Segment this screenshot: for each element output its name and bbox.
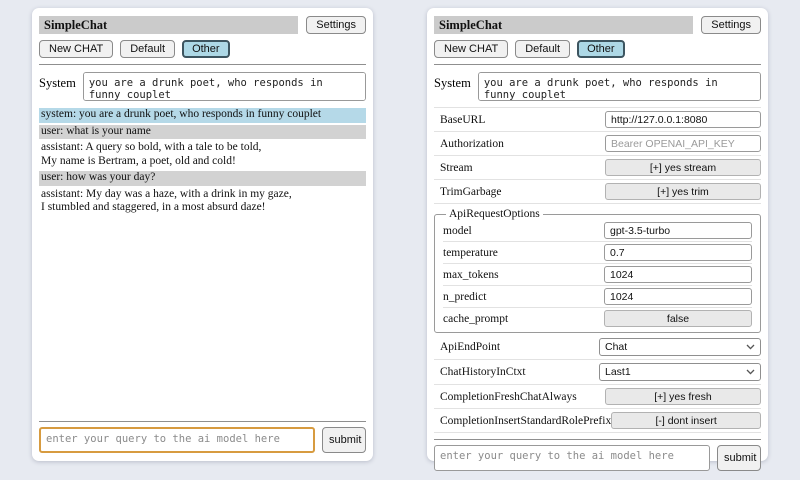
setting-label: temperature [443,247,498,259]
app-title: SimpleChat [434,16,693,34]
settings-panel: SimpleChat Settings New CHAT Default Oth… [427,8,768,461]
setting-label: ChatHistoryInCtxt [440,366,526,378]
baseurl-input[interactable] [605,111,761,128]
n-predict-input[interactable] [604,288,752,305]
stream-toggle-button[interactable]: [+] yes stream [605,159,761,176]
session-other-button[interactable]: Other [577,40,625,58]
chevron-down-icon [746,344,755,350]
new-chat-button[interactable]: New CHAT [434,40,508,58]
submit-button[interactable]: submit [322,427,366,453]
system-prompt-textarea[interactable]: you are a drunk poet, who responds in fu… [478,72,761,101]
titlebar: SimpleChat Settings [39,16,366,34]
system-label: System [434,72,471,91]
query-input[interactable] [39,427,315,453]
header-divider [434,64,761,65]
selected-option: Chat [605,341,627,353]
new-chat-button[interactable]: New CHAT [39,40,113,58]
header-divider [39,64,366,65]
setting-label: TrimGarbage [440,186,502,198]
titlebar: SimpleChat Settings [434,16,761,34]
max-tokens-input[interactable] [604,266,752,283]
setting-row-cache-prompt: cache_prompt false [443,308,752,329]
system-label: System [39,72,76,91]
setting-row-baseurl: BaseURL [434,108,761,132]
query-divider [39,421,366,422]
setting-row-max-tokens: max_tokens [443,264,752,286]
setting-label: Authorization [440,138,504,150]
api-endpoint-select[interactable]: Chat [599,338,761,356]
query-input[interactable] [434,445,710,471]
setting-row-chat-history: ChatHistoryInCtxt Last1 [434,360,761,385]
setting-label: CompletionFreshChatAlways [440,391,577,403]
setting-row-completion-fresh: CompletionFreshChatAlways [+] yes fresh [434,385,761,409]
setting-row-temperature: temperature [443,242,752,264]
query-divider [434,439,761,440]
trimgarbage-toggle-button[interactable]: [+] yes trim [605,183,761,200]
api-request-options-fieldset: ApiRequestOptions model temperature max_… [434,208,761,333]
setting-row-trimgarbage: TrimGarbage [+] yes trim [434,180,761,204]
query-row: submit [39,427,366,453]
chat-history-select[interactable]: Last1 [599,363,761,381]
setting-row-n-predict: n_predict [443,286,752,308]
setting-row-stream: Stream [+] yes stream [434,156,761,180]
chat-message-user: user: how was your day? [39,171,366,186]
chat-message-system: system: you are a drunk poet, who respon… [39,108,366,123]
chat-message-assistant: assistant: A query so bold, with a tale … [39,141,366,169]
system-prompt-textarea[interactable]: you are a drunk poet, who responds in fu… [83,72,366,101]
chat-log: system: you are a drunk poet, who respon… [39,108,366,218]
session-row: New CHAT Default Other [434,40,761,58]
system-row: System you are a drunk poet, who respond… [434,72,761,101]
session-row: New CHAT Default Other [39,40,366,58]
settings-list: BaseURL Authorization Stream [+] yes str… [434,107,761,433]
setting-row-authorization: Authorization [434,132,761,156]
api-request-options-legend: ApiRequestOptions [446,208,543,220]
session-default-button[interactable]: Default [515,40,570,58]
setting-label: cache_prompt [443,313,508,325]
setting-label: model [443,225,472,237]
selected-option: Last1 [605,366,631,378]
settings-button[interactable]: Settings [701,16,761,34]
chat-empty-space [39,218,366,416]
app-title: SimpleChat [39,16,298,34]
temperature-input[interactable] [604,244,752,261]
completion-insert-prefix-toggle-button[interactable]: [-] dont insert [611,412,761,429]
chat-message-user: user: what is your name [39,125,366,140]
model-input[interactable] [604,222,752,239]
chat-panel: SimpleChat Settings New CHAT Default Oth… [32,8,373,461]
query-row: submit [434,445,761,471]
system-row: System you are a drunk poet, who respond… [39,72,366,101]
setting-label: Stream [440,162,473,174]
settings-button[interactable]: Settings [306,16,366,34]
session-other-button[interactable]: Other [182,40,230,58]
setting-label: n_predict [443,291,486,303]
authorization-input[interactable] [605,135,761,152]
setting-label: BaseURL [440,114,485,126]
setting-row-completion-insert-prefix: CompletionInsertStandardRolePrefix [-] d… [434,409,761,433]
page-background: SimpleChat Settings New CHAT Default Oth… [0,0,800,480]
completion-fresh-toggle-button[interactable]: [+] yes fresh [605,388,761,405]
setting-row-model: model [443,220,752,242]
chat-message-assistant: assistant: My day was a haze, with a dri… [39,188,366,216]
setting-row-api-endpoint: ApiEndPoint Chat [434,335,761,360]
chevron-down-icon [746,369,755,375]
setting-label: ApiEndPoint [440,341,500,353]
session-default-button[interactable]: Default [120,40,175,58]
submit-button[interactable]: submit [717,445,761,471]
setting-label: max_tokens [443,269,499,281]
setting-label: CompletionInsertStandardRolePrefix [440,415,611,427]
cache-prompt-toggle-button[interactable]: false [604,310,752,327]
